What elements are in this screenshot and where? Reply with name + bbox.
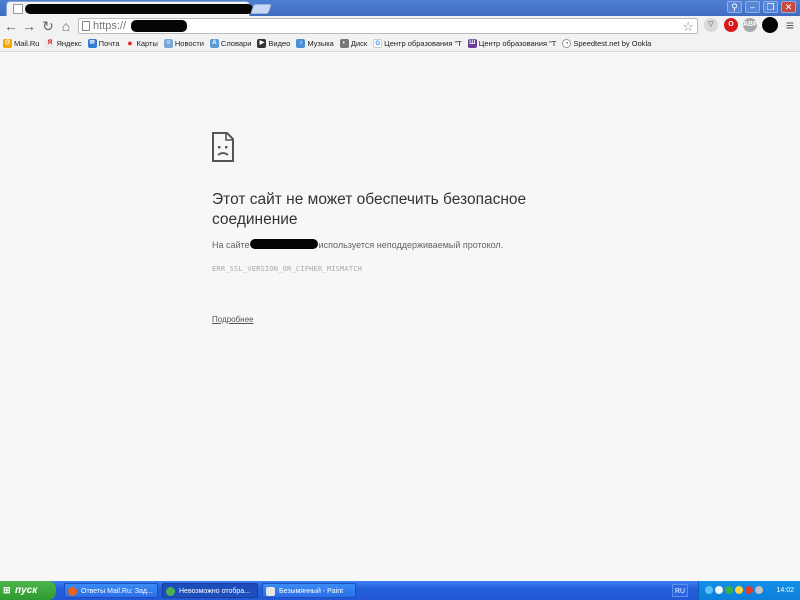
user-icon[interactable]: ⚲ (727, 1, 742, 13)
news-icon: ≡ (163, 39, 173, 48)
redacted-url (131, 20, 187, 32)
error-description: На сайте используется неподдерживаемый п… (212, 239, 503, 250)
start-label: пуск (15, 585, 38, 596)
minimize-button[interactable]: – (745, 1, 760, 13)
volume-icon[interactable] (755, 586, 763, 594)
menu-icon[interactable]: ≡ (786, 17, 794, 33)
speedtest-icon: ◔ (562, 39, 572, 48)
bookmark-item[interactable]: ◐ Диск (339, 39, 367, 48)
bookmarks-bar: @ Mail.Ru Я Яндекс ✉ Почта ● Карты ≡ Новости … (0, 36, 800, 52)
error-description-suffix: используется неподдерживаемый протокол. (318, 240, 504, 250)
bookmark-star-icon[interactable]: ☆ (682, 19, 694, 35)
school-icon: Ш (467, 39, 477, 48)
taskbar-item-active[interactable]: Невозможно отобра... (162, 583, 258, 598)
redacted-profile-icon[interactable] (762, 17, 778, 33)
redacted-hostname (250, 239, 319, 249)
bookmark-item[interactable]: ♪ Музыка (296, 39, 334, 48)
music-icon: ♪ (296, 39, 306, 48)
start-button[interactable]: ⊞ пуск (0, 581, 56, 600)
maximize-button[interactable]: ❐ (763, 1, 778, 13)
mailru-icon: @ (3, 39, 12, 48)
adblock-extension-icon[interactable]: ABP (743, 18, 758, 32)
dictionary-icon: A (209, 39, 219, 48)
bookmark-item[interactable]: ● Карты (126, 38, 158, 49)
taskbar: ⊞ пуск Ответы Mail.Ru: Зад... Невозможно… (0, 581, 800, 600)
system-tray: 14:02 (698, 581, 800, 600)
bookmark-item[interactable]: Я Яндекс (45, 39, 82, 48)
bookmark-item[interactable]: G Центр образования "Т (373, 39, 462, 48)
firefox-icon (68, 587, 77, 596)
page-content: Этот сайт не может обеспечить безопасное… (0, 53, 800, 581)
window-controls: ⚲ – ❐ ✕ (727, 1, 796, 13)
error-title: Этот сайт не может обеспечить безопасное… (212, 191, 527, 228)
forward-icon[interactable]: → (21, 18, 37, 34)
bookmark-item[interactable]: A Словари (209, 39, 251, 48)
opera-extension-icon[interactable]: O (724, 18, 738, 32)
page-info-icon[interactable] (82, 21, 90, 31)
update-icon[interactable] (735, 586, 743, 594)
language-indicator[interactable]: RU (672, 584, 688, 597)
mail-icon: ✉ (87, 39, 97, 48)
taskbar-item[interactable]: Безымянный - Paint (262, 583, 356, 598)
security-icon[interactable] (745, 586, 753, 594)
details-link[interactable]: Подробнее (212, 315, 254, 324)
sad-page-icon (212, 132, 234, 162)
home-icon[interactable]: ⌂ (58, 18, 74, 34)
address-bar[interactable]: https:// ☆ (78, 18, 698, 34)
google-icon: G (373, 39, 383, 48)
network-icon[interactable] (705, 586, 713, 594)
tab-current[interactable] (6, 1, 253, 16)
reload-icon[interactable]: ↻ (40, 18, 56, 34)
bookmark-item[interactable]: ✉ Почта (87, 39, 120, 48)
page-icon (13, 4, 23, 14)
windows-flag-icon: ⊞ (3, 585, 11, 595)
shield-extension-icon[interactable]: ▽ (704, 18, 718, 32)
video-icon: ▶ (257, 39, 267, 48)
taskbar-item[interactable]: Ответы Mail.Ru: Зад... (64, 583, 158, 598)
antivirus-icon[interactable] (725, 586, 733, 594)
chrome-icon (166, 587, 175, 596)
bluetooth-icon[interactable] (715, 586, 723, 594)
bookmark-item[interactable]: ≡ Новости (163, 39, 204, 48)
tab-strip: ⚲ – ❐ ✕ (0, 0, 800, 16)
back-icon[interactable]: ← (3, 18, 19, 34)
yandex-icon: Я (45, 39, 55, 48)
bookmark-item[interactable]: ◔ Speedtest.net by Ookla (562, 39, 651, 48)
url-text: https:// (93, 20, 127, 32)
redacted-tab-title (25, 4, 253, 14)
disk-icon: ◐ (339, 39, 349, 48)
bookmark-item[interactable]: @ Mail.Ru (3, 39, 39, 48)
close-button[interactable]: ✕ (781, 1, 796, 13)
bookmark-item[interactable]: ▶ Видео (257, 39, 290, 48)
error-code: ERR_SSL_VERSION_OR_CIPHER_MISMATCH (212, 265, 363, 273)
error-description-prefix: На сайте (212, 240, 250, 250)
paint-icon (266, 587, 275, 596)
map-pin-icon: ● (127, 38, 133, 48)
new-tab-button[interactable] (250, 4, 272, 14)
bookmark-item[interactable]: Ш Центр образования "Т (467, 39, 556, 48)
clock: 14:02 (776, 587, 794, 594)
toolbar: ← → ↻ ⌂ https:// ☆ ▽ O ABP ≡ (0, 16, 800, 36)
